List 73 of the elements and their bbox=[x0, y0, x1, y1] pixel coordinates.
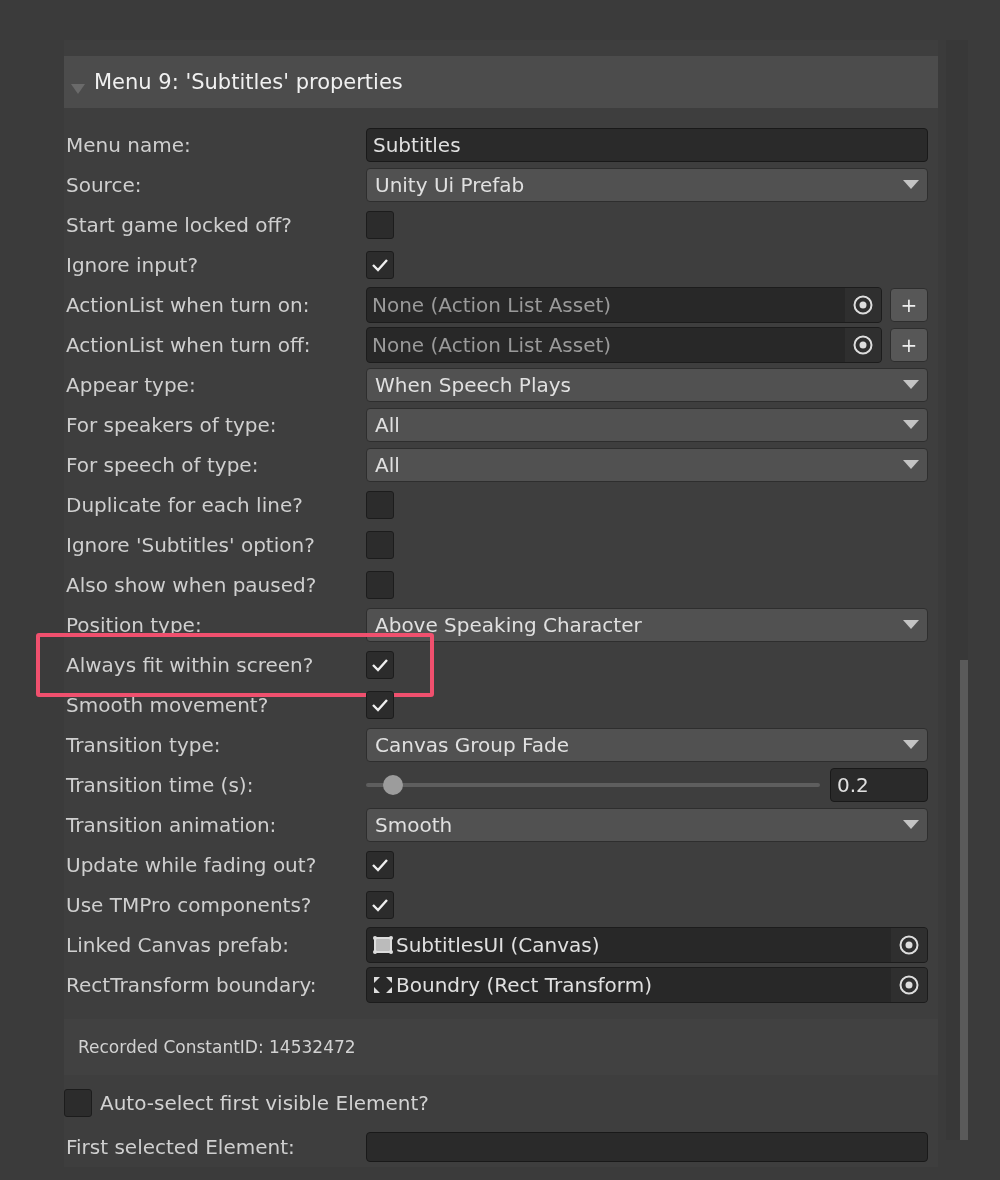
object-field[interactable]: None (Action List Asset) bbox=[366, 287, 882, 323]
slider-thumb[interactable] bbox=[383, 775, 404, 795]
object-picker-icon[interactable] bbox=[899, 935, 919, 955]
checkmark-icon bbox=[371, 897, 389, 913]
dropdown-caret-icon bbox=[903, 180, 919, 190]
field-label: For speech of type: bbox=[65, 453, 260, 477]
object-field[interactable]: SubtitlesUI (Canvas) bbox=[366, 927, 928, 963]
slider[interactable] bbox=[366, 773, 820, 797]
object-field[interactable]: Boundry (Rect Transform) bbox=[366, 967, 928, 1003]
checkbox[interactable] bbox=[366, 531, 394, 559]
checkbox[interactable] bbox=[366, 491, 394, 519]
field-label: Source: bbox=[65, 173, 143, 197]
dropdown[interactable]: When Speech Plays bbox=[366, 368, 928, 402]
field-label: Always fit within screen? bbox=[65, 653, 315, 677]
checkmark-icon bbox=[371, 857, 389, 873]
field-label: First selected Element: bbox=[65, 1135, 296, 1159]
field-label: ActionList when turn on: bbox=[65, 293, 311, 317]
checkbox[interactable] bbox=[366, 891, 394, 919]
dropdown-caret-icon bbox=[903, 420, 919, 430]
checkbox[interactable] bbox=[366, 571, 394, 599]
checkbox[interactable] bbox=[366, 651, 394, 679]
constant-id-text: Recorded ConstantID: 14532472 bbox=[78, 1037, 356, 1057]
checkbox[interactable] bbox=[64, 1089, 92, 1117]
checkbox[interactable] bbox=[366, 251, 394, 279]
section-title: Menu 9: 'Subtitles' properties bbox=[94, 70, 403, 94]
field-label: Appear type: bbox=[65, 373, 197, 397]
field-label: ActionList when turn off: bbox=[65, 333, 312, 357]
field-label: Start game locked off? bbox=[65, 213, 293, 237]
dropdown[interactable]: All bbox=[366, 408, 928, 442]
dropdown-caret-icon bbox=[903, 620, 919, 630]
checkbox[interactable] bbox=[366, 851, 394, 879]
field-label: Duplicate for each line? bbox=[65, 493, 304, 517]
add-button[interactable]: + bbox=[890, 288, 928, 322]
text-field[interactable]: Subtitles bbox=[366, 128, 928, 162]
checkbox[interactable] bbox=[366, 691, 394, 719]
field-label: Smooth movement? bbox=[65, 693, 270, 717]
field-label: Linked Canvas prefab: bbox=[65, 933, 290, 957]
object-picker-icon[interactable] bbox=[853, 335, 873, 355]
field-label: Use TMPro components? bbox=[65, 893, 313, 917]
dropdown[interactable]: All bbox=[366, 448, 928, 482]
checkmark-icon bbox=[371, 697, 389, 713]
dropdown-caret-icon bbox=[903, 820, 919, 830]
add-button[interactable]: + bbox=[890, 328, 928, 362]
field-label: Menu name: bbox=[65, 133, 192, 157]
section-header[interactable]: Menu 9: 'Subtitles' properties bbox=[64, 56, 938, 108]
checkbox-label: Auto-select first visible Element? bbox=[100, 1091, 429, 1115]
checkbox[interactable] bbox=[366, 211, 394, 239]
dropdown-caret-icon bbox=[903, 740, 919, 750]
number-field[interactable]: 0.2 bbox=[830, 768, 928, 802]
field-label: For speakers of type: bbox=[65, 413, 278, 437]
field-label: Transition type: bbox=[65, 733, 222, 757]
field-label: Transition time (s): bbox=[65, 773, 255, 797]
dropdown[interactable]: Above Speaking Character bbox=[366, 608, 928, 642]
object-field[interactable] bbox=[366, 1132, 928, 1162]
scrollbar-thumb[interactable] bbox=[960, 660, 968, 1140]
dropdown[interactable]: Smooth bbox=[366, 808, 928, 842]
canvas-icon bbox=[372, 935, 394, 955]
object-picker-icon[interactable] bbox=[899, 975, 919, 995]
field-label: Ignore 'Subtitles' option? bbox=[65, 533, 316, 557]
dropdown-caret-icon bbox=[903, 380, 919, 390]
object-field[interactable]: None (Action List Asset) bbox=[366, 327, 882, 363]
field-label: RectTransform boundary: bbox=[65, 973, 318, 997]
field-label: Update while fading out? bbox=[65, 853, 318, 877]
field-label: Also show when paused? bbox=[65, 573, 318, 597]
checkmark-icon bbox=[371, 657, 389, 673]
field-label: Ignore input? bbox=[65, 253, 199, 277]
dropdown[interactable]: Canvas Group Fade bbox=[366, 728, 928, 762]
object-picker-icon[interactable] bbox=[853, 295, 873, 315]
dropdown-caret-icon bbox=[903, 460, 919, 470]
field-label: Transition animation: bbox=[65, 813, 278, 837]
rect-transform-icon bbox=[372, 975, 394, 995]
dropdown[interactable]: Unity Ui Prefab bbox=[366, 168, 928, 202]
checkmark-icon bbox=[371, 257, 389, 273]
